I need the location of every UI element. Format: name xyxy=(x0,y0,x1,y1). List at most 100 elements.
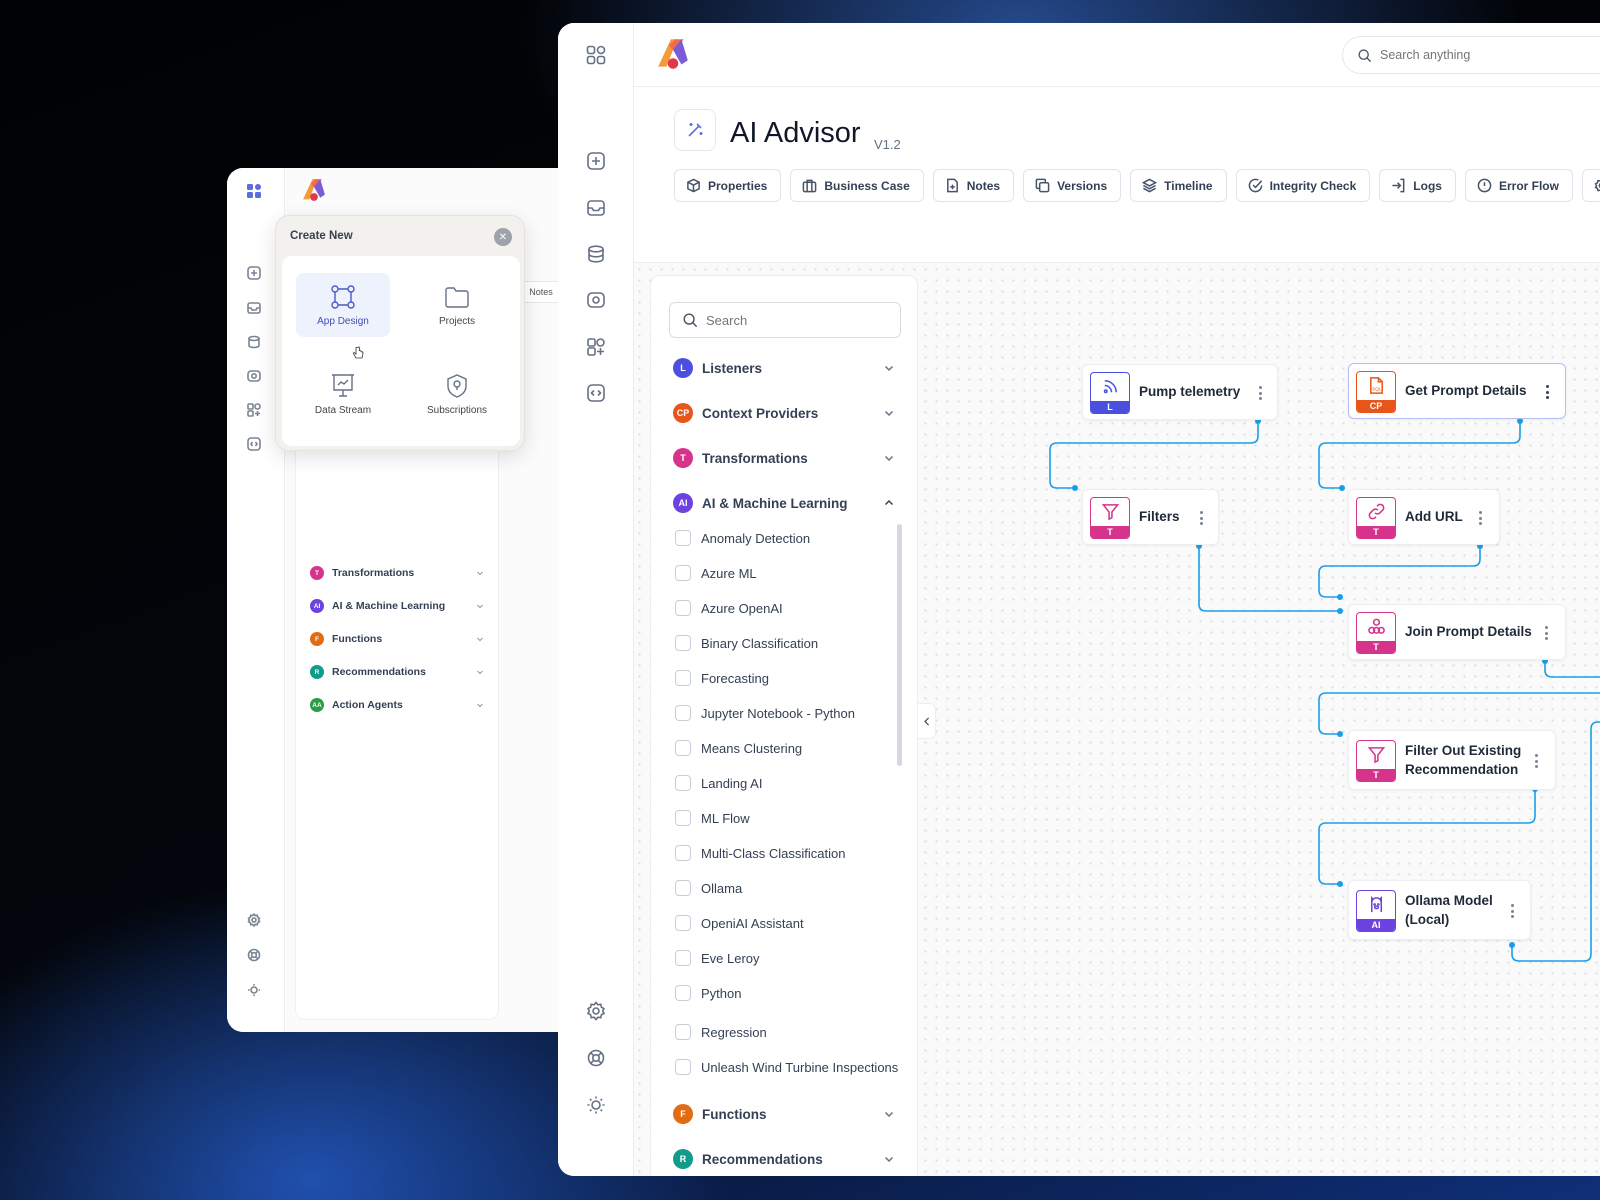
back-category-recommendations[interactable]: R Recommendations xyxy=(310,662,484,682)
checkbox[interactable] xyxy=(675,635,691,651)
checkbox[interactable] xyxy=(675,670,691,686)
category-badge: R xyxy=(673,1149,693,1169)
checkbox[interactable] xyxy=(675,740,691,756)
apps-grid-icon[interactable] xyxy=(247,184,263,200)
components-icon[interactable] xyxy=(247,403,263,419)
back-category-functions[interactable]: F Functions xyxy=(310,629,484,649)
category-context-providers[interactable]: CP Context Providers xyxy=(673,401,895,425)
filter-icon xyxy=(1367,747,1386,764)
list-item[interactable]: Binary Classification xyxy=(675,632,818,654)
node-menu-icon[interactable] xyxy=(1511,904,1515,918)
node-label: Ollama Model xyxy=(1405,893,1493,908)
inbox-icon[interactable] xyxy=(247,301,263,317)
help-icon[interactable] xyxy=(247,948,263,964)
checkbox[interactable] xyxy=(675,1059,691,1075)
code-icon[interactable] xyxy=(247,437,263,453)
checkbox[interactable] xyxy=(675,705,691,721)
node-type-tag: CP xyxy=(1357,400,1395,412)
popup-options: App Design Projects Data Stream Subscrip… xyxy=(282,256,520,446)
checkbox[interactable] xyxy=(675,950,691,966)
category-ai-machine-learning[interactable]: AI AI & Machine Learning xyxy=(673,491,895,515)
node-icon: T xyxy=(1356,612,1396,654)
search-icon xyxy=(683,313,697,327)
data-stream-icon xyxy=(332,374,354,397)
list-scrollbar[interactable] xyxy=(897,524,902,766)
create-new-popup: Create New ✕ App Design Projects Data St… xyxy=(275,215,525,451)
chevron-down-icon xyxy=(884,1111,894,1118)
checkbox[interactable] xyxy=(675,1024,691,1040)
node-label: Recommendation xyxy=(1405,762,1519,777)
node-icon: L xyxy=(1090,372,1130,414)
category-recommendations[interactable]: R Recommendations xyxy=(673,1147,895,1171)
list-item[interactable]: OpeniAI Assistant xyxy=(675,912,804,934)
list-item[interactable]: Eve Leroy xyxy=(675,947,760,969)
category-listeners[interactable]: L Listeners xyxy=(673,356,895,380)
rss-icon xyxy=(1103,380,1117,394)
list-item[interactable]: ML Flow xyxy=(675,807,750,829)
checkbox[interactable] xyxy=(675,810,691,826)
back-category-action-agents[interactable]: AA Action Agents xyxy=(310,695,484,715)
chevron-down-icon xyxy=(884,455,894,462)
database-icon[interactable] xyxy=(247,335,263,351)
node-icon: T xyxy=(1356,497,1396,539)
list-item[interactable]: Azure ML xyxy=(675,562,757,584)
node-label: Filter Out Existing xyxy=(1405,743,1522,758)
node-menu-icon[interactable] xyxy=(1259,386,1263,400)
node-menu-icon[interactable] xyxy=(1535,754,1539,768)
package-icon[interactable] xyxy=(247,369,263,385)
back-category-ai-ml[interactable]: AI AI & Machine Learning xyxy=(310,596,484,616)
node-ollama-model[interactable]: AI Ollama Model (Local) xyxy=(1348,880,1531,940)
list-item[interactable]: Azure OpenAI xyxy=(675,597,783,619)
list-item[interactable]: Regression xyxy=(675,1021,767,1043)
node-menu-icon[interactable] xyxy=(1545,626,1549,640)
settings-icon[interactable] xyxy=(247,913,263,929)
list-item[interactable]: Python xyxy=(675,982,741,1004)
llama-icon xyxy=(1370,896,1383,913)
node-pump-telemetry[interactable]: L Pump telemetry xyxy=(1082,364,1278,420)
item-label: Landing AI xyxy=(701,775,763,791)
sql-file-icon: SQL xyxy=(1370,377,1383,394)
node-join-prompt-details[interactable]: T Join Prompt Details xyxy=(1348,604,1566,660)
node-get-prompt-details[interactable]: SQL CP Get Prompt Details xyxy=(1348,363,1566,419)
back-category-transformations[interactable]: T Transformations xyxy=(310,563,484,583)
library-search[interactable] xyxy=(669,302,901,338)
list-item[interactable]: Unleash Wind Turbine Inspections xyxy=(675,1056,898,1078)
list-item[interactable]: Means Clustering xyxy=(675,737,802,759)
option-data-stream[interactable]: Data Stream xyxy=(296,362,390,426)
node-filter-out-existing[interactable]: T Filter Out Existing Recommendation xyxy=(1348,730,1556,790)
list-item[interactable]: Forecasting xyxy=(675,667,769,689)
option-app-design[interactable]: App Design xyxy=(296,273,390,337)
node-type-tag: T xyxy=(1357,769,1395,781)
node-filters[interactable]: T Filters xyxy=(1082,489,1219,545)
library-search-input[interactable] xyxy=(706,312,886,328)
option-subscriptions[interactable]: Subscriptions xyxy=(410,362,504,426)
close-icon[interactable]: ✕ xyxy=(494,228,512,246)
list-item[interactable]: Ollama xyxy=(675,877,742,899)
category-badge: T xyxy=(673,448,693,468)
checkbox[interactable] xyxy=(675,600,691,616)
node-menu-icon[interactable] xyxy=(1200,511,1204,525)
chevron-up-icon xyxy=(884,499,894,506)
list-item[interactable]: Landing AI xyxy=(675,772,762,794)
node-menu-icon[interactable] xyxy=(1546,385,1550,399)
checkbox[interactable] xyxy=(675,915,691,931)
category-badge: T xyxy=(310,566,324,580)
list-item[interactable]: Jupyter Notebook - Python xyxy=(675,702,855,724)
checkbox[interactable] xyxy=(675,985,691,1001)
checkbox[interactable] xyxy=(675,880,691,896)
collapse-panel-button[interactable] xyxy=(918,703,936,739)
node-menu-icon[interactable] xyxy=(1479,511,1483,525)
checkbox[interactable] xyxy=(675,530,691,546)
option-projects[interactable]: Projects xyxy=(410,273,504,337)
checkbox[interactable] xyxy=(675,845,691,861)
add-icon[interactable] xyxy=(247,266,263,282)
category-functions[interactable]: F Functions xyxy=(673,1102,895,1126)
checkbox[interactable] xyxy=(675,565,691,581)
category-transformations[interactable]: T Transformations xyxy=(673,446,895,470)
checkbox[interactable] xyxy=(675,775,691,791)
list-item[interactable]: Anomaly Detection xyxy=(675,527,810,549)
theme-icon[interactable] xyxy=(247,983,263,999)
item-label: Anomaly Detection xyxy=(701,530,811,546)
node-add-url[interactable]: T Add URL xyxy=(1348,489,1500,545)
list-item[interactable]: Multi-Class Classification xyxy=(675,842,845,864)
